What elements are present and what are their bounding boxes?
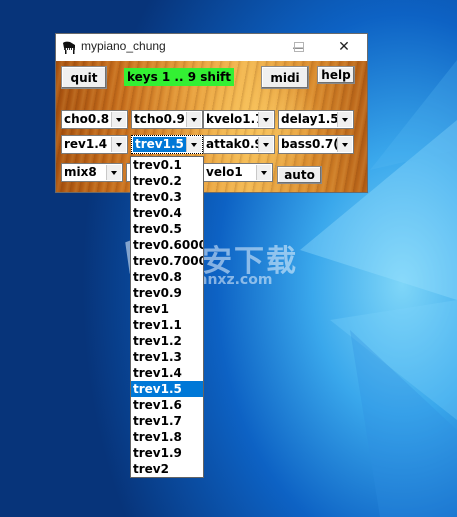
chevron-down-icon[interactable] xyxy=(256,165,271,180)
bass-select[interactable]: bass0.7( xyxy=(278,135,354,154)
delay-select[interactable]: delay1.5 xyxy=(278,110,354,129)
dropdown-option[interactable]: trev1.9 xyxy=(131,445,203,461)
dropdown-option[interactable]: trev0.5 xyxy=(131,221,203,237)
dropdown-option[interactable]: trev1.4 xyxy=(131,365,203,381)
attak-value: attak0.9 xyxy=(206,137,263,151)
trev-value: trev1.5 xyxy=(133,137,186,152)
dropdown-option[interactable]: trev0.9 xyxy=(131,285,203,301)
tcho-value: tcho0.9 xyxy=(134,112,185,126)
dropdown-option[interactable]: trev0.2 xyxy=(131,173,203,189)
keys-hint-label: keys 1 .. 9 shift xyxy=(124,68,234,86)
chevron-down-icon[interactable] xyxy=(111,137,126,152)
dropdown-option[interactable]: trev1.3 xyxy=(131,349,203,365)
dropdown-option[interactable]: trev1.7 xyxy=(131,413,203,429)
chevron-down-icon[interactable] xyxy=(186,112,201,127)
chevron-down-icon[interactable] xyxy=(186,137,201,152)
dropdown-option[interactable]: trev0.4 xyxy=(131,205,203,221)
auto-button[interactable]: auto xyxy=(277,166,322,184)
dropdown-option[interactable]: trev1.8 xyxy=(131,429,203,445)
velo-value: velo1 xyxy=(206,165,243,179)
tcho-select[interactable]: tcho0.9 xyxy=(131,110,203,129)
dropdown-option[interactable]: trev0.1 xyxy=(131,157,203,173)
mix-value: mix8 xyxy=(64,165,97,179)
cho-select[interactable]: cho0.8 xyxy=(61,110,128,129)
chevron-down-icon[interactable] xyxy=(111,112,126,127)
dropdown-option[interactable]: trev1.1 xyxy=(131,317,203,333)
app-window: mypiano_chung — ✕ quit keys 1 .. 9 shift… xyxy=(55,33,368,193)
dropdown-option[interactable]: trev1 xyxy=(131,301,203,317)
kvelo-select[interactable]: kvelo1.7 xyxy=(203,110,275,129)
dropdown-option[interactable]: trev2 xyxy=(131,461,203,477)
chevron-down-icon[interactable] xyxy=(258,137,273,152)
mix-select[interactable]: mix8 xyxy=(61,163,123,182)
midi-button[interactable]: midi xyxy=(261,66,309,89)
bass-value: bass0.7( xyxy=(281,137,339,151)
close-button[interactable]: ✕ xyxy=(321,34,367,61)
help-button[interactable]: help xyxy=(317,66,355,84)
title-bar[interactable]: mypiano_chung — ✕ xyxy=(56,34,367,61)
chevron-down-icon[interactable] xyxy=(337,112,352,127)
dropdown-option[interactable]: trev1.2 xyxy=(131,333,203,349)
attak-select[interactable]: attak0.9 xyxy=(203,135,275,154)
maximize-icon xyxy=(294,42,304,52)
delay-value: delay1.5 xyxy=(281,112,339,126)
watermark-text-en: anxz.com xyxy=(198,272,273,288)
dropdown-option[interactable]: trev0.3 xyxy=(131,189,203,205)
cho-value: cho0.8 xyxy=(64,112,110,126)
piano-panel: quit keys 1 .. 9 shift midi help cho0.8 … xyxy=(56,61,367,192)
chevron-down-icon[interactable] xyxy=(337,137,352,152)
dropdown-option[interactable]: trev1.5 xyxy=(131,381,203,397)
window-title: mypiano_chung xyxy=(81,39,166,53)
dropdown-option[interactable]: trev0.6000 xyxy=(131,237,203,253)
trev-select[interactable]: trev1.5 xyxy=(131,135,203,154)
quit-button[interactable]: quit xyxy=(61,66,107,89)
rev-select[interactable]: rev1.4 xyxy=(61,135,128,154)
piano-icon xyxy=(63,41,75,54)
dropdown-option[interactable]: trev1.6 xyxy=(131,397,203,413)
dropdown-option[interactable]: trev0.8 xyxy=(131,269,203,285)
rev-value: rev1.4 xyxy=(64,137,108,151)
close-icon: ✕ xyxy=(338,39,350,55)
kvelo-value: kvelo1.7 xyxy=(206,112,264,126)
watermark-text-cn: 安下载 xyxy=(202,244,298,279)
dropdown-option[interactable]: trev0.7000 xyxy=(131,253,203,269)
trev-dropdown-list[interactable]: trev0.1 trev0.2 trev0.3 trev0.4 trev0.5 trev0… xyxy=(130,156,204,478)
velo-select[interactable]: velo1 xyxy=(203,163,273,182)
maximize-button[interactable] xyxy=(276,34,322,61)
chevron-down-icon[interactable] xyxy=(258,112,273,127)
chevron-down-icon[interactable] xyxy=(106,165,121,180)
